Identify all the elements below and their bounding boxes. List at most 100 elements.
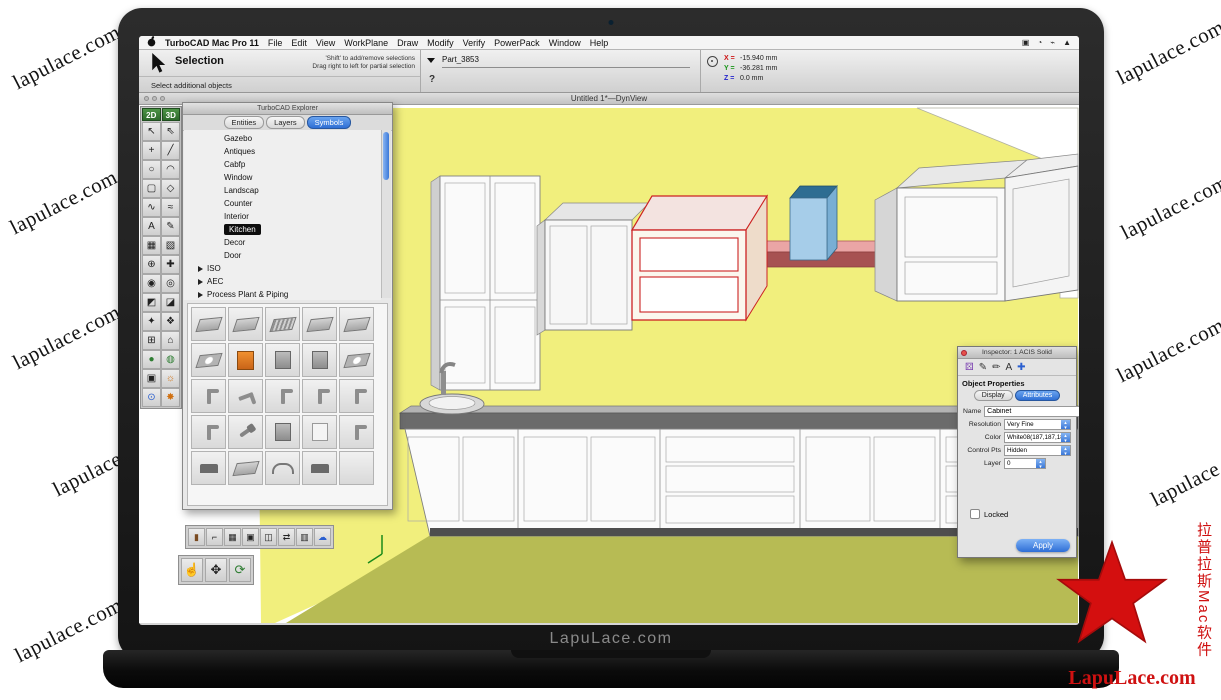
symbol-thumb-countertop[interactable] (302, 307, 337, 341)
render-tool-icon[interactable]: ❖ (161, 312, 180, 331)
tree-iso[interactable]: ISO (184, 262, 381, 275)
dimension-tool-icon[interactable]: ⊕ (142, 255, 161, 274)
arc-tool-icon[interactable]: ◠ (161, 160, 180, 179)
extrude-tool-icon[interactable]: ◩ (142, 293, 161, 312)
disclosure-triangle-icon[interactable] (198, 292, 203, 298)
symbol-thumb-countertop[interactable] (191, 307, 226, 341)
sphere-view-icon[interactable]: ● (142, 350, 161, 369)
folder-counter[interactable]: Counter (184, 197, 381, 210)
move-icon[interactable]: ✚ (1017, 362, 1025, 373)
zoom-tool-icon[interactable]: ◎ (161, 274, 180, 293)
folder-window[interactable]: Window (184, 171, 381, 184)
layer-select[interactable]: 0 (1004, 458, 1046, 469)
tab-layers[interactable]: Layers (266, 116, 305, 129)
close-icon[interactable] (961, 350, 967, 356)
stepper-arrows-icon[interactable] (1061, 433, 1070, 442)
stepper-arrows-icon[interactable] (1061, 420, 1070, 429)
sun-light-icon[interactable]: ☼ (161, 369, 180, 388)
wall-corner-tool-icon[interactable]: ⌐ (206, 528, 223, 546)
symbol-thumb-faucet[interactable] (191, 379, 226, 413)
door-tool-icon[interactable]: ▣ (242, 528, 259, 546)
symbol-thumb-countertop[interactable] (228, 307, 263, 341)
light-tool-icon[interactable]: ✦ (142, 312, 161, 331)
app-menu[interactable]: TurboCAD Mac Pro 11 (165, 38, 259, 48)
pen-icon[interactable]: ✏ (992, 362, 1000, 373)
explorer-scrollbar[interactable] (381, 130, 391, 298)
menu-workplane[interactable]: WorkPlane (344, 38, 388, 48)
disclosure-triangle-icon[interactable] (198, 266, 203, 272)
resolution-select[interactable]: Very Fine (1004, 419, 1071, 430)
scrollbar-thumb[interactable] (383, 132, 389, 180)
grid-tool-icon[interactable]: ⊞ (142, 331, 161, 350)
swap-tool-icon[interactable]: ⇄ (278, 528, 295, 546)
folder-antiques[interactable]: Antiques (184, 145, 381, 158)
workplane-tool-icon[interactable]: ⌂ (161, 331, 180, 350)
selected-cabinet[interactable] (632, 196, 767, 320)
disclosure-triangle-icon[interactable] (198, 279, 203, 285)
eject-icon[interactable]: ▲ (1063, 38, 1071, 47)
spline-tool-icon[interactable]: ∿ (142, 198, 161, 217)
symbol-thumb-cabinet-box[interactable] (302, 343, 337, 377)
target-view-icon[interactable]: ⊙ (142, 388, 161, 407)
blue-box[interactable] (790, 186, 837, 260)
tree-aec[interactable]: AEC (184, 275, 381, 288)
menu-edit[interactable]: Edit (291, 38, 307, 48)
menu-draw[interactable]: Draw (397, 38, 418, 48)
camera-view-icon[interactable]: ▣ (142, 369, 161, 388)
hatch-tool-icon[interactable]: ▦ (142, 236, 161, 255)
control-pts-select[interactable]: Hidden (1004, 445, 1071, 456)
flash-render-icon[interactable]: ✸ (161, 388, 180, 407)
menu-verify[interactable]: Verify (463, 38, 486, 48)
cube-icon[interactable]: ⚄ (965, 362, 974, 373)
symbol-thumb-counter-dark[interactable] (191, 451, 226, 485)
symbol-thumb-faucet[interactable] (339, 415, 374, 449)
line-tool-icon[interactable]: ╱ (161, 141, 180, 160)
symbol-thumb-faucet[interactable] (191, 415, 226, 449)
menu-help[interactable]: Help (590, 38, 609, 48)
cloud-tool-icon[interactable]: ☁ (314, 528, 331, 546)
folder-door[interactable]: Door (184, 249, 381, 262)
symbol-thumb-faucet[interactable] (228, 379, 263, 413)
move-view-icon[interactable]: ✥ (205, 558, 227, 582)
opening-tool-icon[interactable]: ◫ (260, 528, 277, 546)
dropdown-caret-icon[interactable] (427, 58, 435, 63)
fill-tool-icon[interactable]: ▧ (161, 236, 180, 255)
point-tool-icon[interactable]: + (142, 141, 161, 160)
stepper-arrows-icon[interactable] (1036, 459, 1045, 468)
tree-process-plant[interactable]: Process Plant & Piping (184, 288, 381, 300)
help-button[interactable]: ? (429, 74, 435, 85)
curve-tool-icon[interactable]: ≈ (161, 198, 180, 217)
symbol-thumb-grate[interactable] (265, 307, 300, 341)
rect-tool-icon[interactable]: ▢ (142, 179, 161, 198)
menu-powerpack[interactable]: PowerPack (494, 38, 540, 48)
column-tool-icon[interactable]: ▮ (188, 528, 205, 546)
window-grid-tool-icon[interactable]: ▦ (224, 528, 241, 546)
symbol-thumb-faucet[interactable] (265, 379, 300, 413)
symbol-thumb-range-hood[interactable] (265, 451, 300, 485)
clock-icon[interactable]: ◔ (1037, 38, 1042, 47)
tab-entities[interactable]: Entities (224, 116, 265, 129)
symbol-thumb-faucet[interactable] (339, 379, 374, 413)
symbol-thumb-cabinet-box[interactable] (265, 343, 300, 377)
menu-modify[interactable]: Modify (427, 38, 454, 48)
select-tool-icon[interactable]: ↖ (142, 122, 161, 141)
apple-menu-icon[interactable] (147, 36, 156, 49)
text-style-icon[interactable]: A (1005, 362, 1012, 373)
circle-tool-icon[interactable]: ○ (142, 160, 161, 179)
symbol-thumb-countertop[interactable] (339, 307, 374, 341)
menu-file[interactable]: File (268, 38, 283, 48)
select-alt-tool-icon[interactable]: ⇖ (161, 122, 180, 141)
pencil-icon[interactable]: ✎ (979, 362, 987, 373)
folder-gazebo[interactable]: Gazebo (184, 132, 381, 145)
symbol-thumb-white-cabinet[interactable] (302, 415, 337, 449)
material-view-icon[interactable]: ◍ (161, 350, 180, 369)
folder-decor[interactable]: Decor (184, 236, 381, 249)
symbol-thumb-sink[interactable] (191, 343, 226, 377)
symbol-thumb-sprayer[interactable] (228, 415, 263, 449)
window-controls[interactable] (144, 96, 165, 101)
folder-interior[interactable]: Interior (184, 210, 381, 223)
pan-hand-icon[interactable]: ☝ (181, 558, 203, 582)
menu-window[interactable]: Window (549, 38, 581, 48)
symbol-thumb-counter-dark[interactable] (302, 451, 337, 485)
cross-tool-icon[interactable]: ✚ (161, 255, 180, 274)
